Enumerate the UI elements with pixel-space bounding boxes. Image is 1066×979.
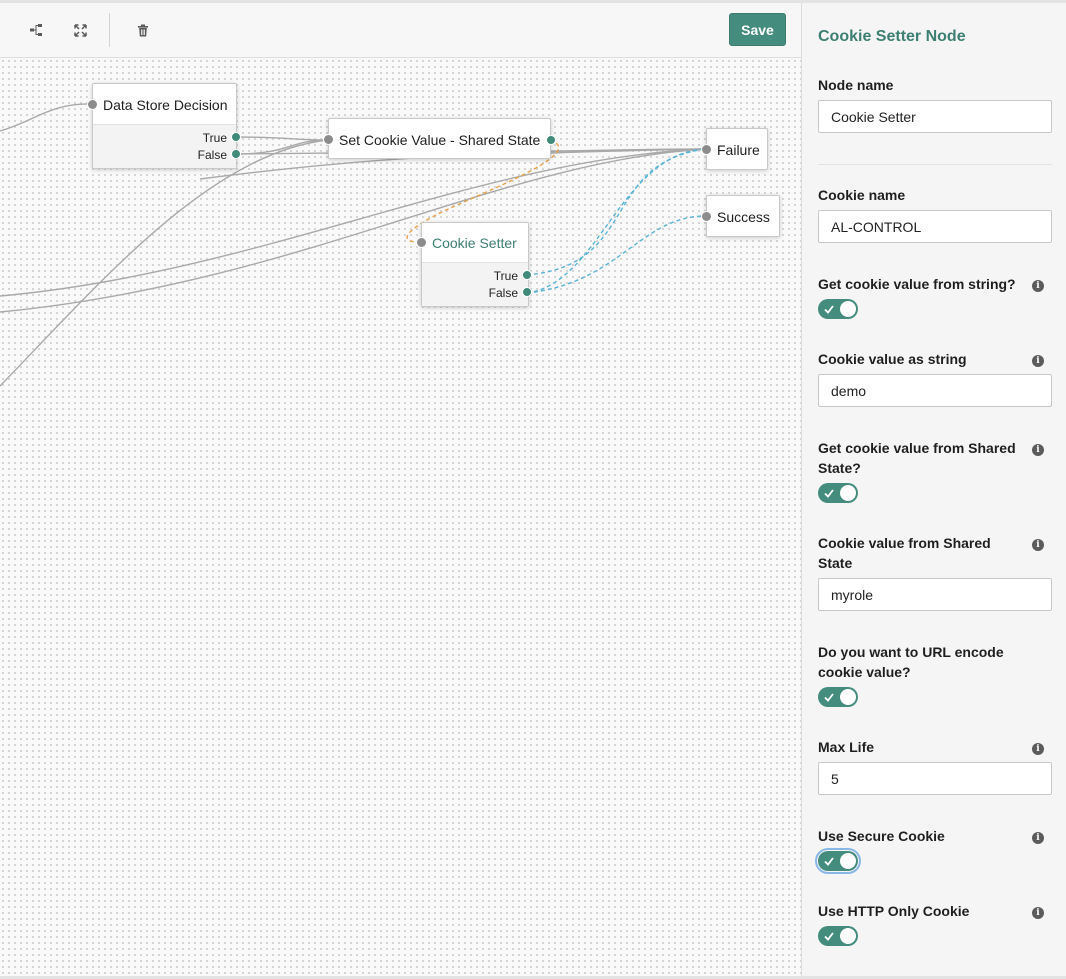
toggle-knob	[840, 853, 856, 869]
from-string-label: Get cookie value from string?	[818, 276, 1016, 292]
node-outcomes: True False	[422, 262, 528, 306]
node-properties-panel: Cookie Setter Node Node name Cookie name…	[801, 3, 1066, 976]
max-life-input[interactable]	[818, 762, 1052, 795]
panel-divider	[818, 164, 1052, 165]
info-icon[interactable]: i	[1032, 280, 1044, 292]
value-string-label: Cookie value as string	[818, 351, 967, 367]
node-title: Set Cookie Value - Shared State	[339, 132, 541, 148]
toggle-knob	[840, 689, 856, 705]
node-title: Success	[717, 209, 770, 225]
outcome-port[interactable]	[546, 135, 556, 145]
outcome-true-label: True	[202, 131, 227, 145]
node-success[interactable]: Success	[706, 195, 780, 237]
info-icon[interactable]: i	[1032, 444, 1044, 456]
node-input-port[interactable]	[416, 237, 427, 248]
from-shared-toggle[interactable]	[818, 483, 858, 503]
info-icon[interactable]: i	[1032, 907, 1044, 919]
value-shared-input[interactable]	[818, 578, 1052, 611]
http-only-label: Use HTTP Only Cookie	[818, 903, 970, 919]
check-icon	[824, 857, 834, 866]
tree-canvas-area: Save Data Store Decision True False Set …	[0, 3, 801, 976]
panel-title: Cookie Setter Node	[818, 28, 966, 45]
outcome-false-port[interactable]	[231, 149, 241, 159]
secure-cookie-toggle[interactable]	[815, 848, 861, 874]
outcome-true-port[interactable]	[522, 270, 532, 280]
url-encode-label: Do you want to URL encode cookie value?	[818, 644, 1004, 680]
layout-icon[interactable]	[24, 17, 48, 43]
secure-cookie-label: Use Secure Cookie	[818, 828, 945, 844]
check-icon	[824, 693, 834, 702]
node-title: Data Store Decision	[103, 97, 228, 113]
node-title: Cookie Setter	[432, 235, 517, 251]
node-input-port[interactable]	[323, 134, 334, 145]
outcome-true-port[interactable]	[231, 132, 241, 142]
save-button[interactable]: Save	[729, 13, 786, 46]
check-icon	[824, 305, 834, 314]
canvas-toolbar: Save	[0, 3, 801, 58]
node-input-port[interactable]	[87, 99, 98, 110]
outcome-false-label: False	[488, 286, 518, 300]
node-set-cookie-value[interactable]: Set Cookie Value - Shared State	[328, 118, 551, 159]
outcome-false-port[interactable]	[522, 287, 532, 297]
node-name-label: Node name	[818, 77, 894, 93]
outcome-true-label: True	[493, 269, 518, 283]
node-data-store-decision[interactable]: Data Store Decision True False	[92, 83, 237, 169]
info-icon[interactable]: i	[1032, 355, 1044, 367]
toggle-knob	[840, 485, 856, 501]
info-icon[interactable]: i	[1032, 539, 1044, 551]
node-failure[interactable]: Failure	[706, 128, 768, 170]
node-input-port[interactable]	[701, 211, 712, 222]
check-icon	[824, 489, 834, 498]
trash-icon[interactable]	[131, 17, 155, 43]
info-icon[interactable]: i	[1032, 832, 1044, 844]
cookie-name-label: Cookie name	[818, 187, 906, 203]
value-shared-label: Cookie value from Shared State	[818, 535, 991, 571]
from-shared-label: Get cookie value from Shared State?	[818, 440, 1016, 476]
node-outcomes: True False	[93, 124, 236, 168]
node-input-port[interactable]	[701, 144, 712, 155]
toolbar-separator	[109, 13, 110, 47]
from-string-toggle[interactable]	[818, 299, 858, 319]
url-encode-toggle[interactable]	[818, 687, 858, 707]
node-title: Failure	[717, 142, 760, 158]
max-life-label: Max Life	[818, 739, 875, 755]
node-cookie-setter[interactable]: Cookie Setter True False	[421, 222, 529, 307]
canvas-grid	[0, 58, 801, 976]
toggle-knob	[840, 928, 856, 944]
outcome-false-label: False	[197, 148, 227, 162]
info-icon[interactable]: i	[1032, 743, 1044, 755]
node-name-input[interactable]	[818, 100, 1052, 133]
cookie-name-input[interactable]	[818, 210, 1052, 243]
toggle-knob	[840, 301, 856, 317]
value-string-input[interactable]	[818, 374, 1052, 407]
http-only-toggle[interactable]	[818, 926, 858, 946]
check-icon	[824, 932, 834, 941]
expand-icon[interactable]	[68, 17, 92, 43]
